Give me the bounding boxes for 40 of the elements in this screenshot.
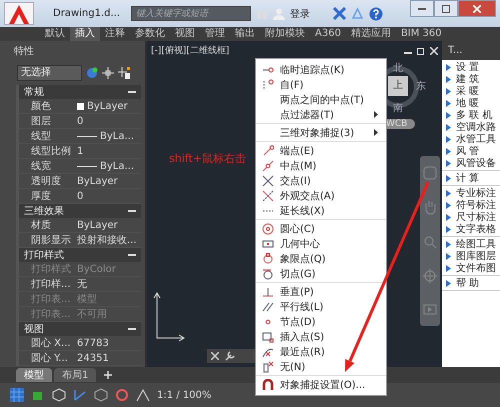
property-name: 打印表... (30, 292, 72, 306)
property-name: 圆心 Y... (30, 352, 69, 365)
property-value: ByLayer (87, 100, 128, 112)
property-name: 线宽 (30, 160, 52, 173)
property-name: 线型 (30, 130, 52, 143)
property-name: 颜色 (30, 100, 52, 113)
property-value: ByColor (77, 264, 116, 274)
section-title: 视图 (24, 322, 44, 336)
compass-label: 东 (416, 80, 426, 93)
property-value: 模型 (77, 292, 97, 306)
property-value: 0 (77, 190, 84, 202)
palette-title: T... (447, 44, 464, 58)
property-value: 1 (77, 146, 84, 156)
property-value: 不可用 (77, 308, 107, 321)
property-name: 打印样式 (30, 262, 72, 276)
section-title: 三维效果 (24, 204, 64, 218)
property-name: 打印表... (30, 308, 72, 321)
panel-title: 特性 (13, 44, 35, 59)
property-value: ByLa... (100, 130, 134, 142)
property-name: 图层 (30, 115, 52, 128)
property-name: 圆心 X... (30, 336, 72, 350)
compass-label: 北 (393, 62, 403, 75)
property-name: 线型比例 (30, 144, 72, 158)
property-value: 无 (77, 278, 87, 291)
property-value: 67783 (77, 338, 109, 348)
property-name: 透明度 (30, 174, 62, 188)
section-title: 打印样式 (24, 248, 64, 262)
property-name: 材质 (30, 218, 52, 232)
property-value: ByLayer (77, 176, 118, 186)
annotation-text: shift+鼠标右击 (169, 151, 246, 166)
section-title: 常规 (24, 86, 44, 99)
property-value: ByLayer (77, 220, 118, 230)
property-value: ByLa... (100, 160, 134, 172)
compass-label: 南 (393, 102, 403, 115)
property-name: 阴影显示 (30, 234, 72, 247)
property-name: 打印样... (30, 278, 72, 291)
property-value: 投射和接收... (77, 234, 137, 247)
property-name: 厚度 (30, 190, 52, 203)
property-value: 24351 (77, 352, 109, 364)
property-value: 0 (77, 116, 84, 126)
